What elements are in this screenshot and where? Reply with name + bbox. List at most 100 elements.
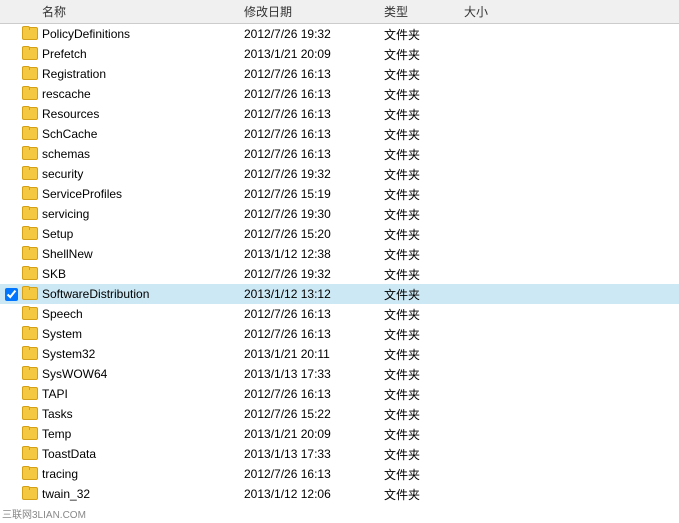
file-type: 文件夹 [380, 46, 460, 63]
table-row[interactable]: Temp2013/1/21 20:09文件夹 [0, 424, 679, 444]
file-name: rescache [40, 87, 240, 101]
file-date: 2012/7/26 16:13 [240, 67, 380, 81]
folder-icon [22, 86, 40, 103]
file-type: 文件夹 [380, 326, 460, 343]
folder-icon-shape [22, 266, 38, 280]
file-type: 文件夹 [380, 26, 460, 43]
file-date: 2013/1/12 13:12 [240, 287, 380, 301]
table-row[interactable]: twain_322013/1/12 12:06文件夹 [0, 484, 679, 504]
folder-icon-shape [22, 466, 38, 480]
table-row[interactable]: tracing2012/7/26 16:13文件夹 [0, 464, 679, 484]
folder-icon-shape [22, 66, 38, 80]
file-type: 文件夹 [380, 106, 460, 123]
table-row[interactable]: System2012/7/26 16:13文件夹 [0, 324, 679, 344]
folder-icon-shape [22, 126, 38, 140]
file-date: 2013/1/13 17:33 [240, 367, 380, 381]
table-row[interactable]: Setup2012/7/26 15:20文件夹 [0, 224, 679, 244]
folder-icon-shape [22, 86, 38, 100]
file-type: 文件夹 [380, 366, 460, 383]
row-checkbox[interactable] [5, 288, 18, 301]
header-name[interactable]: 名称 [40, 3, 240, 20]
file-name: System32 [40, 347, 240, 361]
folder-icon [22, 126, 40, 143]
table-row[interactable]: Tasks2012/7/26 15:22文件夹 [0, 404, 679, 424]
file-name: PolicyDefinitions [40, 27, 240, 41]
folder-icon-shape [22, 206, 38, 220]
header-size[interactable]: 大小 [460, 3, 520, 20]
file-date: 2013/1/21 20:09 [240, 427, 380, 441]
file-type: 文件夹 [380, 86, 460, 103]
file-type: 文件夹 [380, 346, 460, 363]
folder-icon-shape [22, 386, 38, 400]
file-date: 2012/7/26 15:19 [240, 187, 380, 201]
table-row[interactable]: servicing2012/7/26 19:30文件夹 [0, 204, 679, 224]
table-row[interactable]: Registration2012/7/26 16:13文件夹 [0, 64, 679, 84]
table-row[interactable]: TAPI2012/7/26 16:13文件夹 [0, 384, 679, 404]
table-row[interactable]: security2012/7/26 19:32文件夹 [0, 164, 679, 184]
folder-icon [22, 326, 40, 343]
file-date: 2012/7/26 15:20 [240, 227, 380, 241]
folder-icon-shape [22, 306, 38, 320]
table-row[interactable]: SysWOW642013/1/13 17:33文件夹 [0, 364, 679, 384]
table-row[interactable]: schemas2012/7/26 16:13文件夹 [0, 144, 679, 164]
file-list[interactable]: PolicyDefinitions2012/7/26 19:32文件夹Prefe… [0, 24, 679, 523]
folder-icon-shape [22, 246, 38, 260]
file-date: 2012/7/26 19:30 [240, 207, 380, 221]
file-name: System [40, 327, 240, 341]
table-row[interactable]: SoftwareDistribution2013/1/12 13:12文件夹 [0, 284, 679, 304]
file-type: 文件夹 [380, 406, 460, 423]
folder-icon-shape [22, 186, 38, 200]
file-name: security [40, 167, 240, 181]
folder-icon-shape [22, 366, 38, 380]
folder-icon [22, 166, 40, 183]
folder-icon [22, 406, 40, 423]
file-date: 2012/7/26 16:13 [240, 107, 380, 121]
folder-icon [22, 286, 40, 303]
file-type: 文件夹 [380, 166, 460, 183]
table-row[interactable]: ShellNew2013/1/12 12:38文件夹 [0, 244, 679, 264]
table-row[interactable]: SKB2012/7/26 19:32文件夹 [0, 264, 679, 284]
table-row[interactable]: Prefetch2013/1/21 20:09文件夹 [0, 44, 679, 64]
table-row[interactable]: ServiceProfiles2012/7/26 15:19文件夹 [0, 184, 679, 204]
file-date: 2013/1/21 20:11 [240, 347, 380, 361]
table-row[interactable]: PolicyDefinitions2012/7/26 19:32文件夹 [0, 24, 679, 44]
row-checkbox-cell[interactable] [0, 288, 22, 301]
file-name: SoftwareDistribution [40, 287, 240, 301]
file-type: 文件夹 [380, 226, 460, 243]
folder-icon [22, 446, 40, 463]
table-row[interactable]: Speech2012/7/26 16:13文件夹 [0, 304, 679, 324]
folder-icon [22, 206, 40, 223]
file-type: 文件夹 [380, 386, 460, 403]
file-name: ToastData [40, 447, 240, 461]
folder-icon [22, 186, 40, 203]
table-row[interactable]: SchCache2012/7/26 16:13文件夹 [0, 124, 679, 144]
folder-icon [22, 26, 40, 43]
file-date: 2012/7/26 16:13 [240, 87, 380, 101]
file-explorer: 名称 修改日期 类型 大小 PolicyDefinitions2012/7/26… [0, 0, 679, 523]
file-date: 2013/1/21 20:09 [240, 47, 380, 61]
file-type: 文件夹 [380, 446, 460, 463]
file-name: SysWOW64 [40, 367, 240, 381]
folder-icon-shape [22, 406, 38, 420]
folder-icon-shape [22, 146, 38, 160]
table-row[interactable]: Resources2012/7/26 16:13文件夹 [0, 104, 679, 124]
folder-icon [22, 366, 40, 383]
header-date[interactable]: 修改日期 [240, 3, 380, 20]
table-row[interactable]: System322013/1/21 20:11文件夹 [0, 344, 679, 364]
file-date: 2012/7/26 19:32 [240, 27, 380, 41]
folder-icon [22, 486, 40, 503]
table-row[interactable]: ToastData2013/1/13 17:33文件夹 [0, 444, 679, 464]
folder-icon-shape [22, 446, 38, 460]
folder-icon-shape [22, 166, 38, 180]
folder-icon [22, 66, 40, 83]
file-date: 2013/1/13 17:33 [240, 447, 380, 461]
file-date: 2012/7/26 19:32 [240, 167, 380, 181]
folder-icon [22, 306, 40, 323]
watermark: 三联网3LIAN.COM [2, 506, 86, 521]
file-name: Setup [40, 227, 240, 241]
table-row[interactable]: rescache2012/7/26 16:13文件夹 [0, 84, 679, 104]
header-type[interactable]: 类型 [380, 3, 460, 20]
folder-icon [22, 246, 40, 263]
file-date: 2012/7/26 16:13 [240, 147, 380, 161]
file-type: 文件夹 [380, 266, 460, 283]
